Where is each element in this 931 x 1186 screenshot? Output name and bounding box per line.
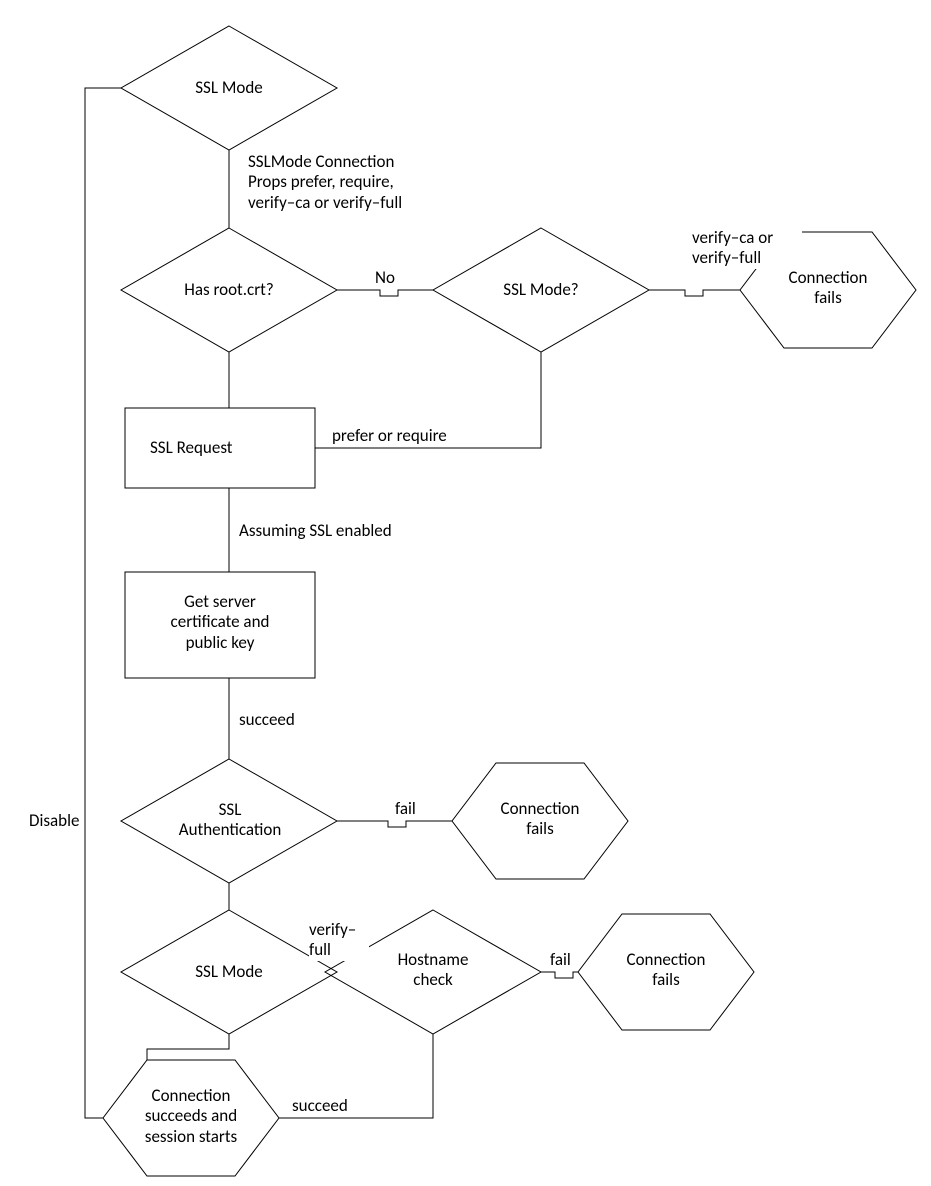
edge-label-assuming-ssl: Assuming SSL enabled bbox=[239, 521, 392, 541]
edge-sslmodebottom-to-success bbox=[147, 1034, 229, 1060]
edge-label-verify-full: verify– full bbox=[309, 920, 369, 961]
edge-label-disable: Disable bbox=[29, 811, 79, 831]
edge-label-prefer-require: prefer or require bbox=[332, 426, 447, 446]
edge-rootcrt-to-sslmodeq bbox=[337, 290, 433, 296]
ssl-authentication-label: SSL Authentication bbox=[171, 800, 289, 841]
edge-hostname-to-fail3 bbox=[541, 972, 578, 978]
connection-fails-3-label: Connection fails bbox=[598, 950, 734, 991]
has-root-crt-label: Has root.crt? bbox=[175, 280, 283, 300]
connection-fails-1-label: Connection fails bbox=[760, 268, 896, 309]
edge-label-fail-2: fail bbox=[550, 950, 571, 970]
edge-disable bbox=[85, 88, 121, 1118]
ssl-mode-bottom-label: SSL Mode bbox=[175, 962, 283, 982]
edge-label-sslmode-props: SSLMode Connection Props prefer, require… bbox=[248, 152, 448, 213]
edge-sslauth-to-fail2 bbox=[337, 821, 452, 827]
connection-succeeds-label: Connection succeeds and session starts bbox=[118, 1086, 264, 1147]
ssl-request-label: SSL Request bbox=[150, 438, 290, 458]
edge-label-no: No bbox=[375, 268, 395, 288]
ssl-mode-q-label: SSL Mode? bbox=[487, 280, 595, 300]
edge-label-verify-ca-full: verify–ca or verify–full bbox=[692, 228, 802, 269]
edge-label-succeed-1: succeed bbox=[239, 710, 295, 730]
connection-fails-2-label: Connection fails bbox=[472, 799, 608, 840]
edge-sslmodeq-to-fail1 bbox=[649, 290, 740, 296]
hostname-check-label: Hostname check bbox=[375, 950, 491, 991]
edge-label-fail-1: fail bbox=[395, 799, 416, 819]
ssl-mode-top-label: SSL Mode bbox=[175, 78, 283, 98]
edge-label-succeed-2: succeed bbox=[292, 1096, 348, 1116]
get-server-cert-label: Get server certificate and public key bbox=[135, 592, 305, 653]
